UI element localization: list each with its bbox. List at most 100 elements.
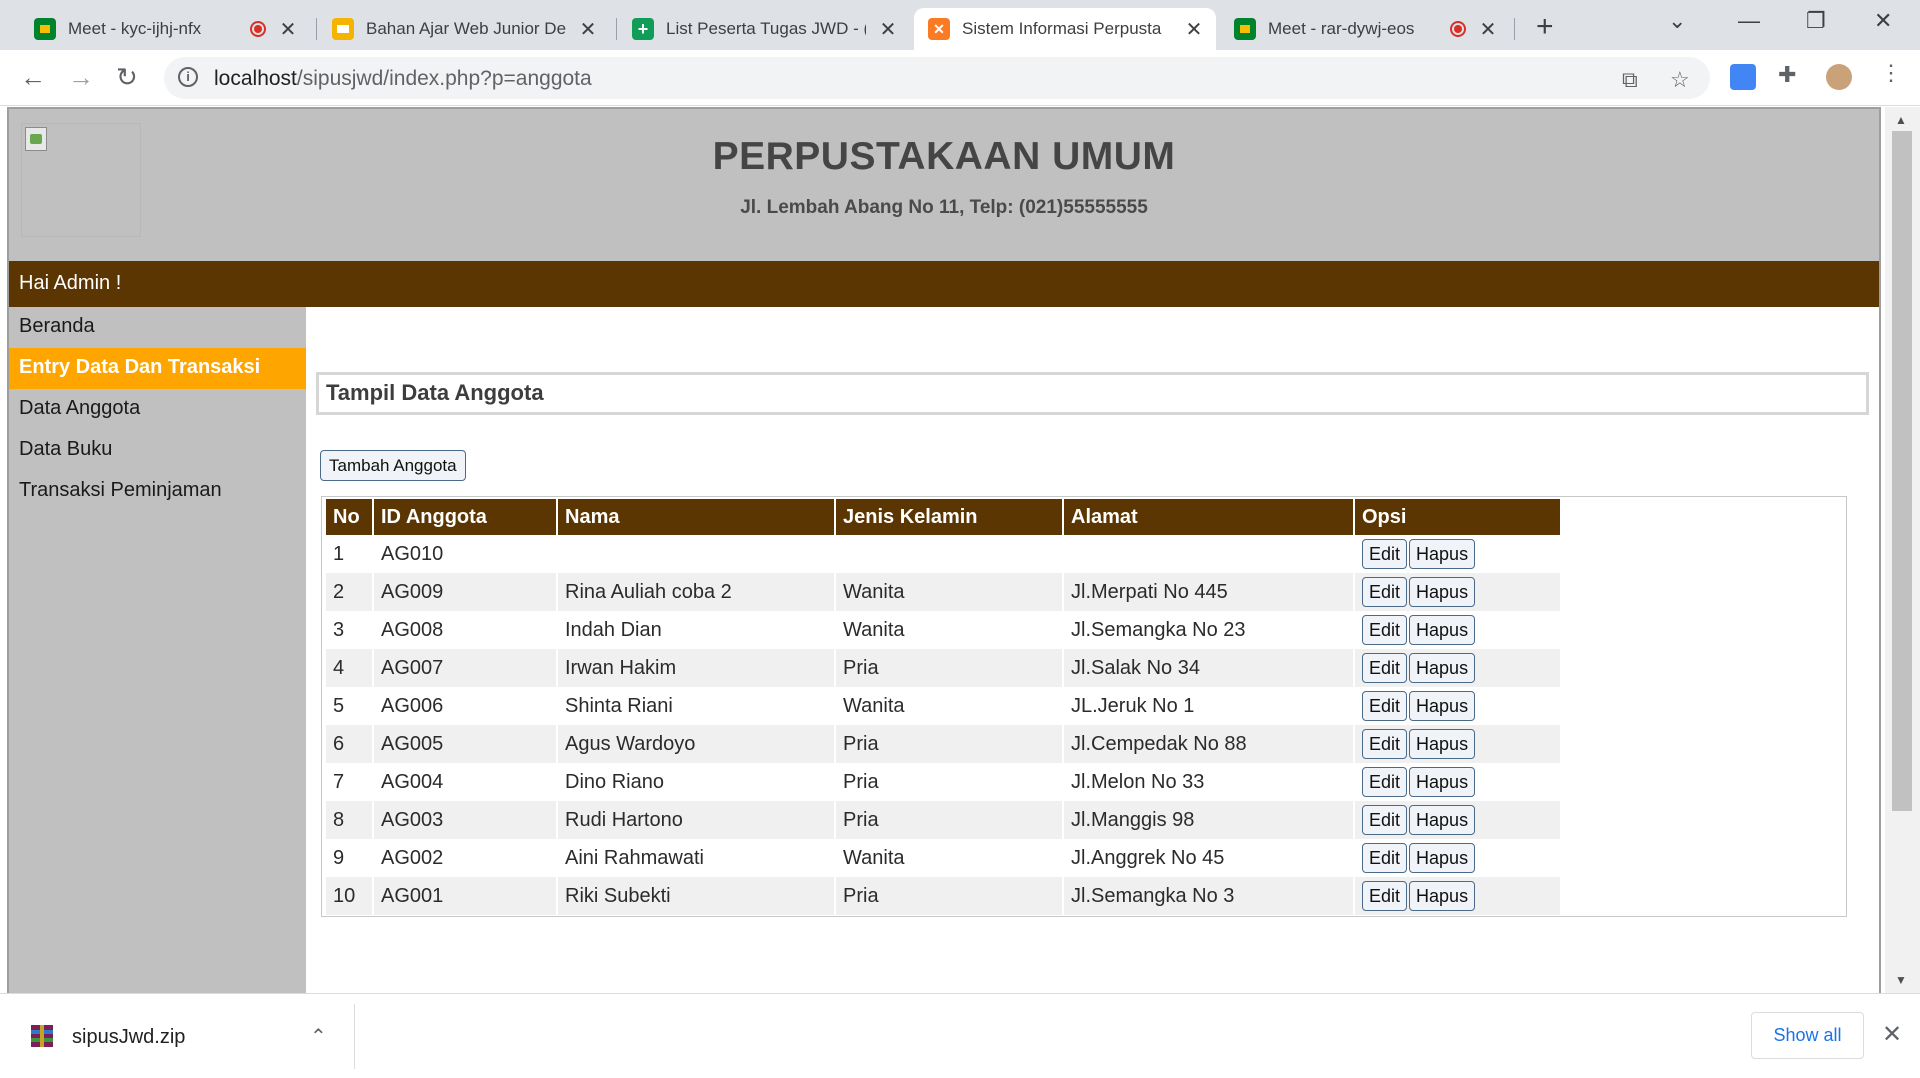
hapus-button[interactable]: Hapus: [1409, 615, 1476, 645]
member-table: No ID Anggota Nama Jenis Kelamin Alamat …: [324, 499, 1562, 915]
restore-icon[interactable]: ❐: [1806, 8, 1826, 34]
show-all-downloads-button[interactable]: Show all: [1751, 1012, 1864, 1059]
sidebar-item-data-buku[interactable]: Data Buku: [9, 430, 306, 471]
sidebar-item-entry-data[interactable]: Entry Data Dan Transaksi: [9, 348, 306, 389]
cell-id-anggota: AG005: [374, 725, 556, 763]
hapus-button[interactable]: Hapus: [1409, 805, 1476, 835]
hapus-button[interactable]: Hapus: [1409, 729, 1476, 759]
hapus-button[interactable]: Hapus: [1409, 767, 1476, 797]
translate-icon[interactable]: ⧉: [1622, 67, 1638, 93]
table-row: 2 AG009 Rina Auliah coba 2 Wanita Jl.Merpati…: [326, 573, 1560, 611]
address-bar[interactable]: i localhost/sipusjwd/index.php?p=anggota…: [164, 57, 1710, 99]
edit-button[interactable]: Edit: [1362, 615, 1408, 645]
url-host: localhost: [214, 67, 297, 90]
google-meet-icon: [34, 18, 56, 40]
edit-button[interactable]: Edit: [1362, 881, 1408, 911]
browser-tab[interactable]: Meet - rar-dywj-eos ✕: [1220, 8, 1510, 50]
tab-search-chevron-icon[interactable]: ⌄: [1668, 8, 1686, 34]
table-row: 9 AG002 Aini Rahmawati Wanita Jl.Anggrek No …: [326, 839, 1560, 877]
scroll-up-arrow-icon[interactable]: ▲: [1895, 113, 1907, 127]
site-info-icon[interactable]: i: [178, 67, 198, 87]
column-header-opsi: Opsi: [1355, 499, 1560, 535]
chevron-up-icon[interactable]: ⌃: [310, 1024, 327, 1049]
vertical-scrollbar[interactable]: ▲ ▼: [1885, 107, 1920, 993]
browser-menu-icon[interactable]: ⋮: [1880, 60, 1902, 86]
edit-button[interactable]: Edit: [1362, 539, 1408, 569]
download-file-name[interactable]: sipusJwd.zip: [72, 1026, 185, 1049]
add-member-button[interactable]: Tambah Anggota: [320, 450, 466, 481]
cell-opsi: Edit Hapus: [1355, 839, 1560, 877]
hapus-button[interactable]: Hapus: [1409, 577, 1476, 607]
hapus-button[interactable]: Hapus: [1409, 843, 1476, 873]
browser-tab[interactable]: + List Peserta Tugas JWD - ( ✕: [618, 8, 910, 50]
google-meet-icon: [1234, 18, 1256, 40]
reload-icon[interactable]: ↻: [116, 62, 138, 93]
hapus-button[interactable]: Hapus: [1409, 691, 1476, 721]
download-shelf: sipusJwd.zip ⌃ Show all ✕: [0, 993, 1920, 1078]
cell-alamat: Jl.Salak No 34: [1064, 649, 1353, 687]
profile-avatar[interactable]: [1826, 64, 1852, 90]
cell-nama: Rina Auliah coba 2: [558, 573, 834, 611]
close-tab-icon[interactable]: ✕: [578, 17, 598, 42]
tab-title: List Peserta Tugas JWD - (: [666, 19, 866, 38]
back-icon[interactable]: ←: [20, 62, 46, 93]
google-slides-icon: [332, 18, 354, 40]
cell-alamat: Jl.Manggis 98: [1064, 801, 1353, 839]
greeting-bar: Hai Admin !: [9, 261, 1879, 307]
cell-alamat: Jl.Cempedak No 88: [1064, 725, 1353, 763]
cell-alamat: JL.Jeruk No 1: [1071, 694, 1195, 717]
scrollbar-thumb[interactable]: [1892, 131, 1912, 811]
cell-jenis-kelamin: Pria: [836, 801, 1062, 839]
table-row: 3 AG008 Indah Dian Wanita Jl.Semangka No 23 E…: [326, 611, 1560, 649]
tab-title: Sistem Informasi Perpusta: [962, 19, 1162, 38]
sidebar-item-beranda[interactable]: Beranda: [9, 307, 306, 348]
hapus-button[interactable]: Hapus: [1409, 539, 1476, 569]
cell-id-anggota: AG007: [374, 649, 556, 687]
tab-divider: [316, 18, 317, 40]
cell-id-anggota: AG003: [374, 801, 556, 839]
cell-opsi: Edit Hapus: [1355, 535, 1560, 573]
close-tab-icon[interactable]: ✕: [878, 17, 898, 42]
forward-icon[interactable]: →: [68, 62, 94, 93]
column-header-nama: Nama: [558, 499, 834, 535]
recording-icon: [1450, 21, 1466, 37]
extensions-puzzle-icon[interactable]: ✚: [1778, 62, 1796, 88]
edit-button[interactable]: Edit: [1362, 653, 1408, 683]
cell-id-anggota: AG001: [374, 877, 556, 915]
table-row: 1 AG010 Edit Hapus: [326, 535, 1560, 573]
bookmark-star-icon[interactable]: ☆: [1670, 67, 1690, 93]
hapus-button[interactable]: Hapus: [1409, 653, 1476, 683]
edit-button[interactable]: Edit: [1362, 691, 1408, 721]
url-text[interactable]: localhost/sipusjwd/index.php?p=anggota: [214, 67, 592, 91]
page-viewport: PERPUSTAKAAN UMUM Jl. Lembah Abang No 11…: [0, 107, 1920, 993]
browser-tab[interactable]: Meet - kyc-ijhj-nfx ✕: [20, 8, 310, 50]
close-tab-icon[interactable]: ✕: [1478, 17, 1498, 42]
url-path: /sipusjwd/index.php?p=anggota: [296, 67, 592, 90]
browser-tab[interactable]: Bahan Ajar Web Junior De ✕: [318, 8, 610, 50]
close-tab-icon[interactable]: ✕: [278, 17, 298, 42]
scroll-down-arrow-icon[interactable]: ▼: [1895, 973, 1907, 987]
cell-opsi: Edit Hapus: [1355, 687, 1560, 725]
google-translate-extension-icon[interactable]: [1730, 64, 1756, 90]
edit-button[interactable]: Edit: [1362, 729, 1408, 759]
sidebar-item-transaksi-peminjaman[interactable]: Transaksi Peminjaman: [9, 471, 306, 512]
edit-button[interactable]: Edit: [1362, 577, 1408, 607]
sidebar-item-data-anggota[interactable]: Data Anggota: [9, 389, 306, 430]
edit-button[interactable]: Edit: [1362, 805, 1408, 835]
tab-divider: [616, 18, 617, 40]
cell-alamat: [1064, 535, 1353, 573]
browser-tab-active[interactable]: ✕ Sistem Informasi Perpusta ✕: [914, 8, 1216, 50]
cell-jenis-kelamin: Wanita: [843, 694, 905, 717]
window-close-icon[interactable]: ✕: [1874, 8, 1892, 34]
close-download-shelf-icon[interactable]: ✕: [1882, 1020, 1902, 1049]
edit-button[interactable]: Edit: [1362, 843, 1408, 873]
minimize-icon[interactable]: —: [1738, 8, 1760, 34]
close-tab-icon[interactable]: ✕: [1184, 17, 1204, 42]
cell-id-anggota: AG010: [381, 542, 444, 565]
cell-alamat: Jl.Anggrek No 45: [1071, 846, 1225, 869]
edit-button[interactable]: Edit: [1362, 767, 1408, 797]
hapus-button[interactable]: Hapus: [1409, 881, 1476, 911]
cell-no: 6: [326, 725, 372, 763]
new-tab-icon[interactable]: +: [1536, 10, 1554, 44]
cell-opsi: Edit Hapus: [1355, 649, 1560, 687]
